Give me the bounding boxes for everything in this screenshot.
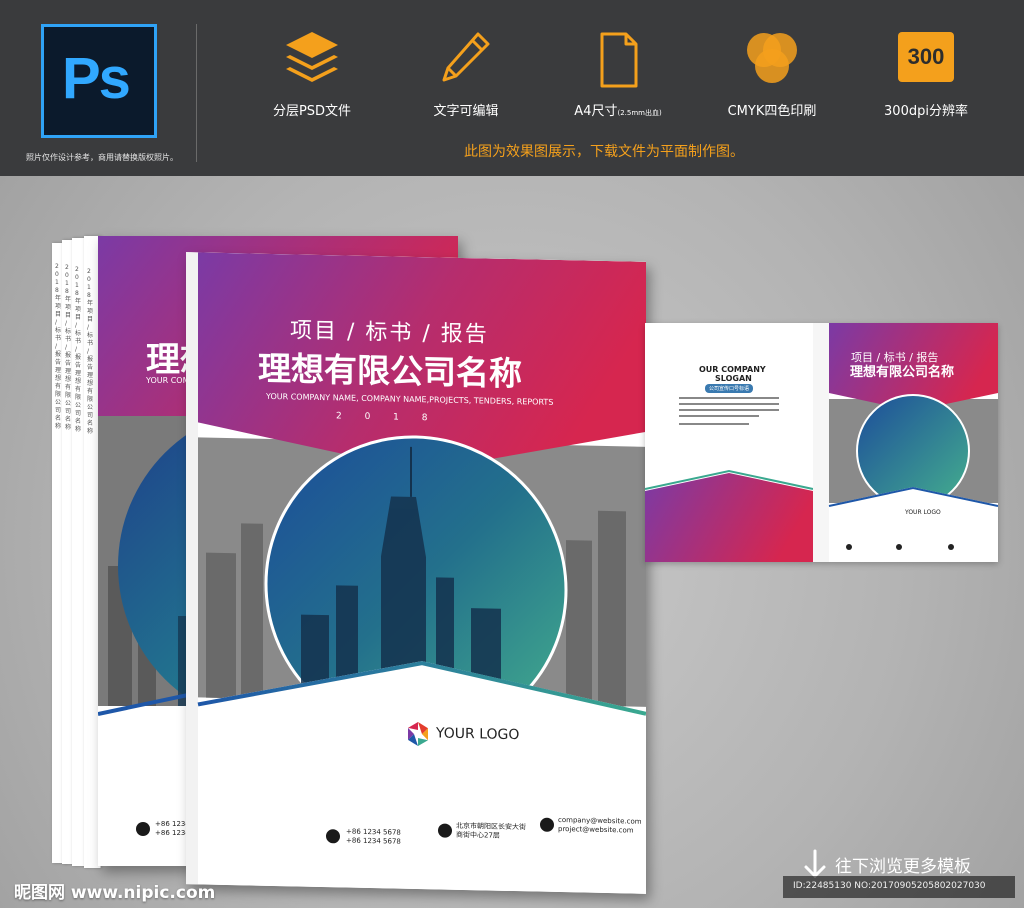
cover-email: company@website.com project@website.com: [558, 815, 642, 835]
back-cover-company: OUR COMPANY: [699, 365, 766, 374]
phone-icon: [326, 829, 340, 844]
photo-reference-note: 照片仅作设计参考，商用请替换版权照片。: [26, 153, 178, 162]
page-icon: [588, 28, 648, 90]
flat-spread-preview: OUR COMPANY SLOGAN 公司宣传口号标语 项目 / 标书 / 报告…: [645, 323, 998, 562]
feature-layered-psd: 分层PSD文件: [247, 28, 377, 119]
preview-notice: 此图为效果图展示，下载文件为平面制作图。: [464, 144, 744, 160]
dpi-badge-icon: 300: [896, 28, 956, 90]
feature-300dpi: 300 300dpi分辨率: [861, 28, 991, 119]
photoshop-logo-text: Ps: [62, 46, 131, 111]
photoshop-logo-icon: Ps: [41, 24, 157, 138]
cover-address: 北京市朝阳区长安大街 商街中心27层: [456, 821, 526, 840]
feature-label: 300dpi分辨率: [884, 104, 968, 119]
header-bar: Ps 照片仅作设计参考，商用请替换版权照片。 分层PSD文件 文字可编辑 A4尺…: [0, 0, 1024, 176]
back-cover-tag: 公司宣传口号标语: [705, 384, 754, 393]
browse-more-link[interactable]: 往下浏览更多模板: [835, 852, 971, 877]
feature-editable-text: 文字可编辑: [401, 28, 531, 119]
layers-icon: [282, 28, 342, 90]
feature-label: CMYK四色印刷: [727, 104, 817, 119]
cover-title: 理想有限公司名称: [258, 348, 522, 394]
bleed-note: (2.5mm出血): [617, 109, 662, 117]
location-icon: [438, 823, 452, 838]
feature-label: 文字可编辑: [433, 104, 499, 119]
cover-logo-text: YOUR LOGO: [436, 725, 520, 744]
pencil-icon: [436, 28, 496, 90]
phone-icon: [136, 822, 150, 836]
spread-logo-text: YOUR LOGO: [905, 509, 941, 516]
site-watermark: 昵图网 www.nipic.com: [14, 883, 216, 903]
id-bar: ID:22485130 NO:20170905205802027030: [783, 876, 1015, 898]
dpi-badge-text: 300: [907, 44, 945, 69]
a4-label: A4尺寸: [574, 104, 618, 119]
feature-cmyk: CMYK四色印刷: [707, 28, 837, 119]
back-cover-slogan: SLOGAN: [715, 374, 752, 383]
front-brochure-cover: 项目 / 标书 / 报告 理想有限公司名称 YOUR COMPANY NAME,…: [186, 252, 646, 894]
cover-year: 2 0 1 8: [336, 411, 438, 424]
feature-a4-size: A4尺寸(2.5mm出血): [553, 28, 683, 119]
spread-title: 理想有限公司名称: [850, 365, 955, 380]
header-divider: [196, 24, 197, 162]
feature-label: 分层PSD文件: [272, 104, 352, 119]
feature-label: A4尺寸(2.5mm出血): [553, 100, 683, 119]
cover-phone: +86 1234 5678 +86 1234 5678: [346, 827, 401, 846]
cmyk-circles-icon: [742, 28, 802, 90]
email-icon: [540, 817, 554, 832]
image-id: ID:22485130 NO:20170905205802027030: [793, 881, 986, 891]
